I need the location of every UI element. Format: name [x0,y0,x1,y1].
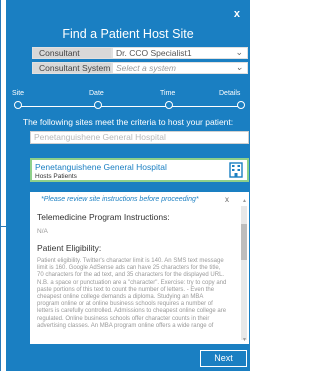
eligibility-heading: Patient Eligibility: [37,243,102,253]
scrollbar-track[interactable] [241,206,247,340]
chevron-down-icon: ⌄ [235,62,243,72]
step-dot-site[interactable] [14,101,22,109]
scroll-up-arrow-icon[interactable]: ▲ [242,198,247,204]
site-search-input[interactable]: Penetanguishene General Hospital [30,131,249,144]
consultant-system-placeholder: Select a system [116,63,176,73]
chevron-down-icon: ⌄ [235,47,243,57]
consultant-select[interactable]: Dr. CCO Specialist1 ⌄ [112,47,248,59]
step-dot-date[interactable] [94,101,102,109]
review-warning: *Please review site instructions before … [41,196,199,203]
backdrop-edge [0,0,1,371]
step-label-details: Details [219,90,241,97]
consultant-value: Dr. CCO Specialist1 [116,48,192,58]
next-button[interactable]: Next [200,350,247,367]
consultant-row: Consultant Dr. CCO Specialist1 ⌄ [32,47,248,59]
step-label-time: Time [160,90,176,97]
step-dot-details[interactable] [237,101,245,109]
instructions-body: Telemedicine Program Instructions: N/A P… [37,212,227,330]
eligibility-text: Patient eligibility. Twitter's character… [37,258,227,329]
telemedicine-heading: Telemedicine Program Instructions: [37,212,170,222]
building-icon [229,162,243,178]
close-dialog-icon[interactable]: x [234,8,240,20]
site-result-card[interactable]: Penetanguishene General Hospital Hosts P… [30,158,249,182]
telemedicine-value: N/A [37,228,48,235]
step-dot-time[interactable] [165,101,173,109]
site-result-name: Penetanguishene General Hospital [35,162,167,172]
close-panel-icon[interactable]: x [225,195,229,204]
site-result-subtitle: Hosts Patients [35,173,77,180]
step-label-site: Site [12,90,25,97]
consultant-label: Consultant [32,47,112,59]
consultant-system-row: Consultant System Select a system ⌄ [32,62,248,74]
dialog-title: Find a Patient Host Site [62,27,194,41]
step-label-date: Date [89,90,104,97]
site-instructions-panel: *Please review site instructions before … [30,192,249,344]
booking-stepper: Site Date Time Details [12,90,248,112]
scroll-down-arrow-icon[interactable]: ▼ [242,337,247,343]
consultant-system-select[interactable]: Select a system ⌄ [112,62,248,74]
consultant-system-label: Consultant System [32,62,112,74]
find-host-site-dialog: x Find a Patient Host Site Consultant Dr… [6,0,250,371]
stepper-track [15,106,244,107]
criteria-text: The following sites meet the criteria to… [22,117,234,127]
scrollbar-thumb[interactable] [241,224,247,260]
